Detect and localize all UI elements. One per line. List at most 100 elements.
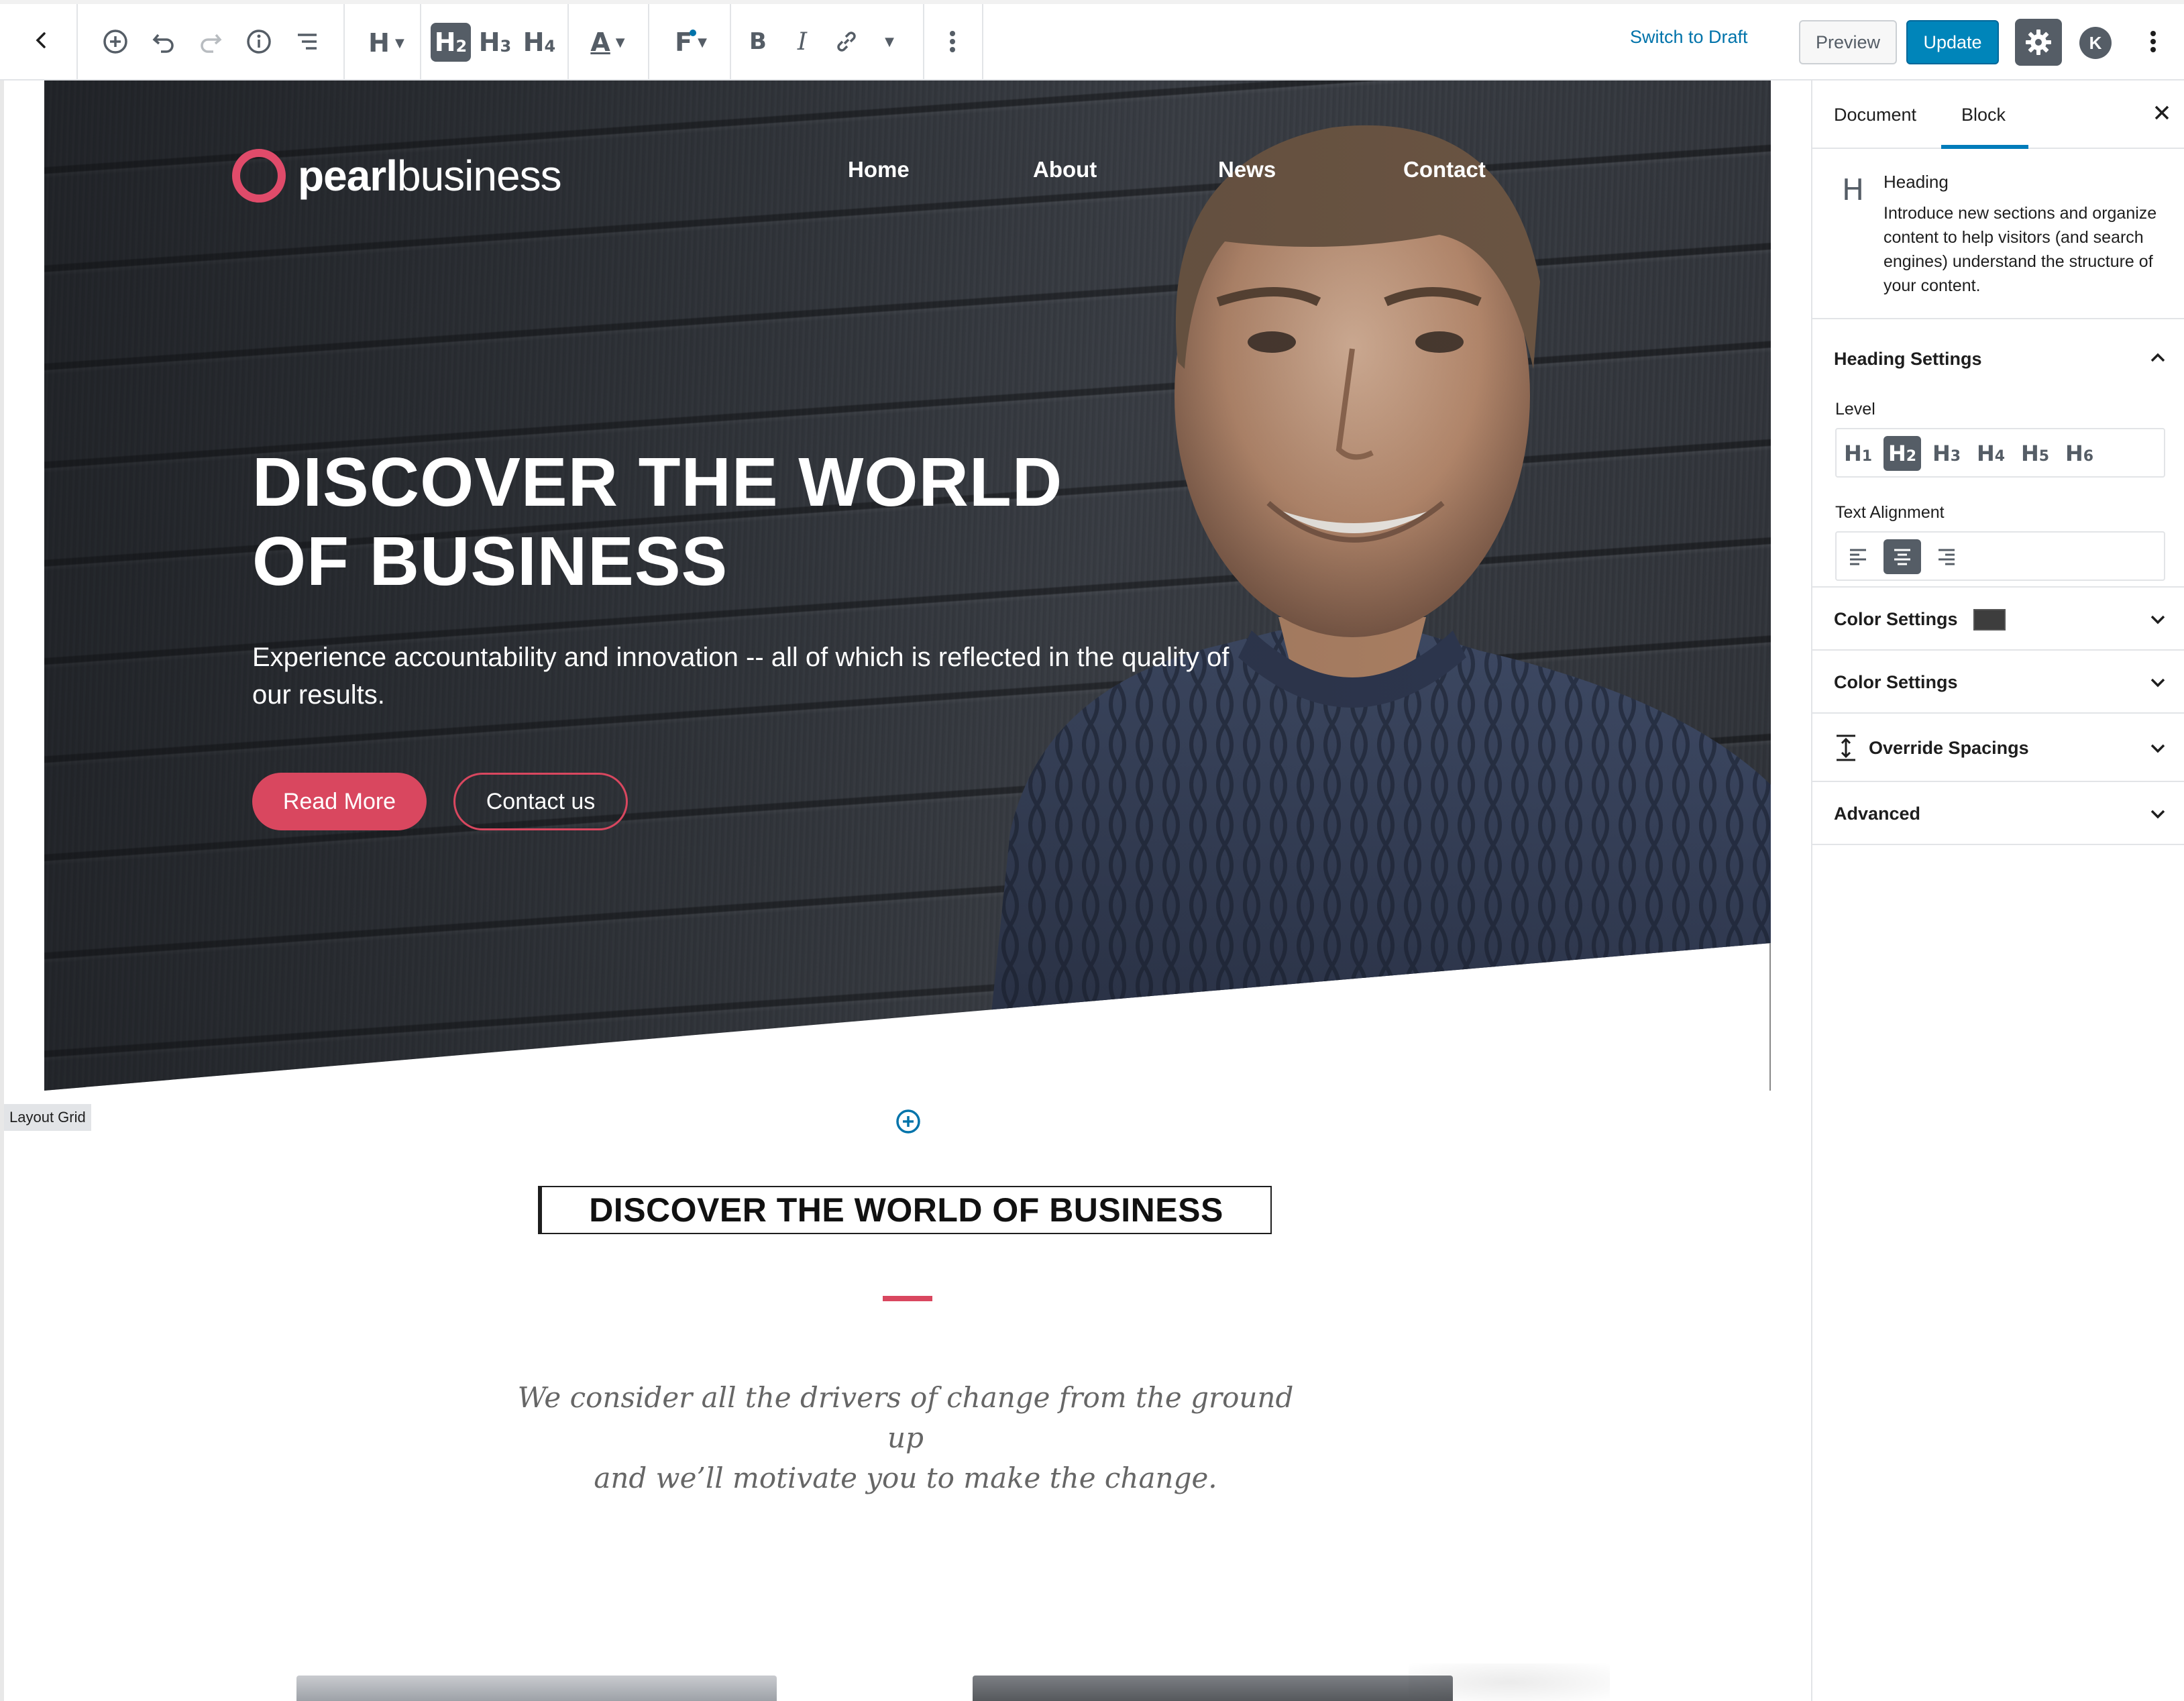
block-breadcrumb-label[interactable]: Layout Grid (4, 1104, 91, 1131)
logo-text-bold: pearl (298, 152, 398, 200)
chevron-down-icon (2150, 810, 2165, 819)
toolbar-separator (982, 4, 983, 80)
link-icon[interactable] (829, 24, 864, 59)
gear-icon (2026, 30, 2051, 55)
update-button[interactable]: Update (1906, 20, 1999, 64)
card-image-1 (296, 1676, 777, 1701)
more-menu-icon[interactable] (2136, 24, 2171, 59)
read-more-button[interactable]: Read More (252, 773, 427, 830)
card-image-2 (973, 1676, 1453, 1701)
level-h6-button[interactable]: H6 (2061, 436, 2098, 471)
logo-ring-icon (232, 149, 286, 203)
chevron-down-icon: ▼ (394, 36, 404, 50)
level-h5-button[interactable]: H5 (2016, 436, 2054, 471)
section-intro-text[interactable]: We consider all the drivers of change fr… (510, 1378, 1301, 1498)
override-spacings-panel[interactable]: Override Spacings (1812, 714, 2184, 782)
chevron-up-icon[interactable] (2148, 347, 2168, 368)
panel-title-override-spacings: Override Spacings (1869, 738, 2029, 758)
settings-sidebar: Document Block H Heading Introduce new s… (1811, 80, 2184, 1701)
spacing-icon (1837, 734, 1855, 761)
chevron-down-icon (2150, 678, 2165, 688)
plus-circle-icon (896, 1109, 920, 1134)
editor-canvas: pearlbusiness Home About News Contact DI… (0, 80, 1811, 1701)
tab-document[interactable]: Document (1834, 105, 1916, 125)
level-h2-button[interactable]: H2 (1883, 436, 1921, 471)
bold-button[interactable]: B (741, 24, 775, 59)
text-alignment-group (1835, 531, 2165, 581)
align-center-button[interactable] (1883, 539, 1921, 574)
panel-title-color-settings: Color Settings (1834, 672, 1958, 692)
add-block-icon[interactable] (98, 24, 133, 59)
toolbar-separator (923, 4, 924, 80)
site-logo[interactable]: pearlbusiness (232, 149, 562, 203)
toolbar-separator (420, 4, 421, 80)
align-right-button[interactable] (1928, 539, 1965, 574)
info-icon[interactable] (241, 24, 276, 59)
nav-home[interactable]: Home (848, 157, 910, 182)
text-color-button[interactable]: A ▼ (581, 23, 635, 62)
nav-news[interactable]: News (1218, 157, 1276, 182)
level-h3-button[interactable]: H3 (1928, 436, 1965, 471)
nav-contact[interactable]: Contact (1403, 157, 1486, 182)
back-icon[interactable] (24, 23, 59, 58)
editor-toolbar: H ▼ H2 H3 H4 A ▼ F ▼ B I ▼ Switch to Dra… (0, 0, 2184, 80)
preview-button[interactable]: Preview (1799, 20, 1897, 64)
heading-level-group: H1 H2 H3 H4 H5 H6 (1835, 428, 2165, 478)
toolbar-separator (76, 4, 78, 80)
align-right-icon (1939, 549, 1955, 565)
toolbar-separator (648, 4, 649, 80)
nav-about[interactable]: About (1033, 157, 1097, 182)
advanced-panel[interactable]: Advanced (1812, 782, 2184, 845)
kadence-avatar[interactable]: K (2079, 27, 2112, 59)
text-color-icon: A (590, 28, 610, 57)
redo-icon[interactable] (193, 24, 228, 59)
tab-block[interactable]: Block (1961, 105, 2006, 125)
heading-h2-button[interactable]: H2 (431, 23, 471, 62)
settings-button[interactable] (2015, 19, 2062, 66)
heading-h3-button[interactable]: H3 (475, 23, 515, 62)
close-sidebar-button[interactable] (2152, 101, 2172, 129)
chevron-down-icon: ▼ (698, 35, 707, 50)
heading-h4-button[interactable]: H4 (519, 23, 559, 62)
panel-title-heading-settings[interactable]: Heading Settings (1834, 349, 1982, 370)
color-settings-panel-2[interactable]: Color Settings (1812, 651, 2184, 714)
section-heading-block[interactable]: DISCOVER THE WORLD OF BUSINESS (538, 1186, 1272, 1234)
bold-icon: B (749, 28, 767, 55)
panel-title-advanced: Advanced (1834, 804, 1921, 824)
block-navigation-icon[interactable] (290, 24, 325, 59)
more-options-icon[interactable] (935, 24, 970, 59)
switch-to-draft-link[interactable]: Switch to Draft (1630, 27, 1748, 48)
align-center-icon (1894, 549, 1910, 565)
block-card: H Heading Introduce new sections and org… (1812, 149, 2184, 319)
color-settings-panel-1[interactable]: Color Settings (1812, 588, 2184, 651)
font-indicator-dot (690, 30, 696, 36)
hero-title[interactable]: DISCOVER THE WORLD OF BUSINESS (252, 443, 1258, 601)
heading-settings-panel: Heading Settings Level H1 H2 H3 H4 H5 H6… (1812, 319, 2184, 588)
chevron-down-icon (2150, 615, 2165, 624)
italic-button[interactable]: I (785, 24, 820, 59)
window-edge (0, 0, 2184, 4)
hero-section[interactable]: pearlbusiness Home About News Contact DI… (44, 80, 1771, 1091)
font-settings-button[interactable]: F ▼ (664, 23, 718, 62)
block-inserter-button[interactable] (895, 1108, 922, 1135)
hero-subtitle[interactable]: Experience accountability and innovation… (252, 639, 1232, 714)
text-alignment-label: Text Alignment (1835, 503, 1945, 522)
logo-text-light: business (396, 152, 562, 200)
toolbar-separator (567, 4, 569, 80)
level-h4-button[interactable]: H4 (1972, 436, 2010, 471)
contact-us-button[interactable]: Contact us (453, 773, 628, 830)
block-description: Introduce new sections and organize cont… (1883, 204, 2157, 295)
heading-icon: H (368, 28, 390, 58)
undo-icon[interactable] (146, 24, 181, 59)
sidebar-tabs: Document Block (1812, 80, 2184, 149)
align-left-button[interactable] (1839, 539, 1877, 574)
heading-block-switcher[interactable]: H ▼ (360, 24, 413, 62)
more-formatting-chevron-icon[interactable]: ▼ (876, 24, 903, 59)
close-icon (2154, 105, 2169, 120)
level-h1-button[interactable]: H1 (1839, 436, 1877, 471)
toolbar-separator (343, 4, 345, 80)
chevron-down-icon (2150, 744, 2165, 753)
card-shadow (1409, 1663, 1610, 1701)
toolbar-separator (730, 4, 731, 80)
chevron-down-icon: ▼ (615, 35, 625, 50)
